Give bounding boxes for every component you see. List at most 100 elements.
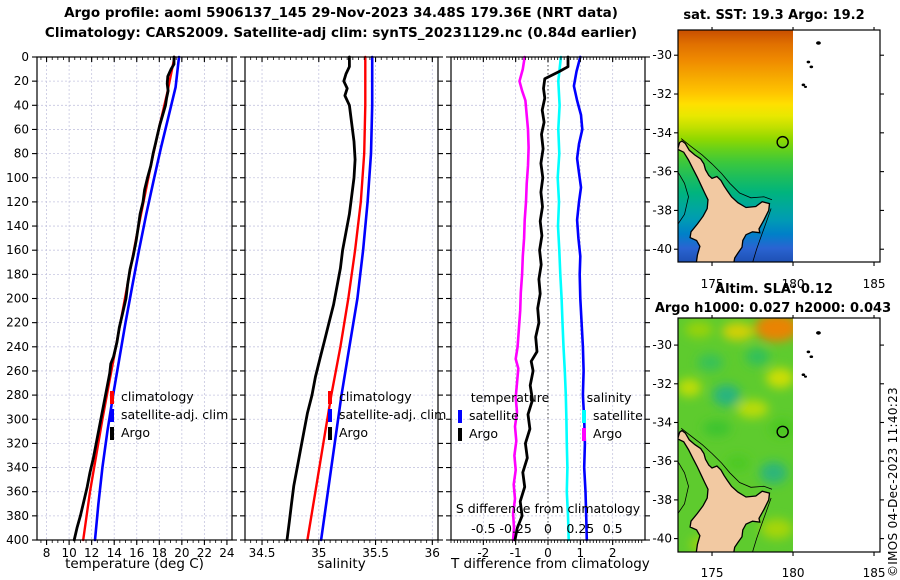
legend-item: climatology bbox=[328, 388, 446, 406]
sla-map-title-line1: Altim. SLA: 0.12 bbox=[715, 282, 833, 297]
svg-text:0.5: 0.5 bbox=[603, 521, 623, 536]
svg-text:200: 200 bbox=[6, 292, 29, 306]
svg-text:-0.25: -0.25 bbox=[499, 521, 531, 536]
svg-text:180: 180 bbox=[6, 267, 29, 281]
salinity-axis-label: salinity bbox=[317, 556, 366, 572]
legend-label: satellite bbox=[593, 408, 643, 423]
svg-text:0: 0 bbox=[544, 521, 552, 536]
legend-item: satellite-adj. clim bbox=[328, 406, 446, 424]
island-dot bbox=[803, 375, 807, 378]
island-dot bbox=[801, 373, 806, 377]
figure-title-line1: Argo profile: aoml 5906137_145 29-Nov-20… bbox=[64, 5, 618, 21]
svg-text:80: 80 bbox=[14, 147, 29, 161]
island-dot bbox=[816, 331, 821, 335]
figure-canvas: 8 10 12 14 16 18 20 22 24 0 20 40 60 80 100 120 140 160 18… bbox=[0, 0, 900, 580]
svg-text:-32: -32 bbox=[652, 377, 672, 391]
island-dot bbox=[816, 41, 821, 45]
island-dot bbox=[809, 355, 814, 359]
svg-text:-34: -34 bbox=[652, 415, 672, 429]
argo-swatch bbox=[458, 427, 462, 441]
climatology-swatch bbox=[328, 390, 332, 404]
legend-item: Argo bbox=[582, 425, 643, 443]
legend-label: satellite-adj. clim bbox=[339, 407, 447, 422]
legend-label: Argo bbox=[469, 426, 499, 441]
legend-header-temperature: temperature bbox=[470, 390, 550, 405]
svg-text:-32: -32 bbox=[652, 87, 672, 101]
argo-swatch bbox=[328, 426, 332, 440]
panel-t_difference: -2 -1 0 1 2-0.5 -0.25 0 0.25 0.5 bbox=[446, 55, 650, 560]
svg-text:320: 320 bbox=[6, 436, 29, 450]
svg-text:-0.5: -0.5 bbox=[471, 521, 495, 536]
svg-text:140: 140 bbox=[6, 219, 29, 233]
svg-text:180: 180 bbox=[782, 566, 805, 580]
svg-text:400: 400 bbox=[6, 533, 29, 547]
svg-text:-30: -30 bbox=[652, 48, 672, 62]
legend-label: satellite-adj. clim bbox=[121, 407, 229, 422]
sdiff-axis-label: S difference from climatology bbox=[455, 501, 641, 516]
svg-text:185: 185 bbox=[863, 566, 886, 580]
legend-temperature-panel: climatology satellite-adj. clim Argo bbox=[110, 388, 228, 442]
svg-text:340: 340 bbox=[6, 461, 29, 475]
island-dot bbox=[803, 85, 807, 88]
sst-map-title: sat. SST: 19.3 Argo: 19.2 bbox=[683, 8, 865, 23]
svg-text:-36: -36 bbox=[652, 165, 672, 179]
imos-watermark: ©IMOS 04-Dec-2023 11:40:23 bbox=[886, 387, 900, 577]
island-dot bbox=[801, 83, 806, 87]
svg-text:-36: -36 bbox=[652, 454, 672, 468]
svg-text:-40: -40 bbox=[652, 532, 672, 546]
svg-text:160: 160 bbox=[6, 243, 29, 257]
svg-text:175: 175 bbox=[701, 566, 724, 580]
legend-item: Argo bbox=[110, 424, 228, 442]
argo-swatch bbox=[110, 426, 114, 440]
svg-text:-38: -38 bbox=[652, 203, 672, 217]
legend-label: satellite bbox=[469, 408, 519, 423]
legend-item: Argo bbox=[458, 425, 519, 443]
legend-label: Argo bbox=[593, 426, 623, 441]
svg-text:0: 0 bbox=[21, 50, 29, 64]
svg-text:-30: -30 bbox=[652, 338, 672, 352]
map-sst: 175 180 185-30-32-34-36-38-40 bbox=[652, 27, 885, 291]
legend-item: climatology bbox=[110, 388, 228, 406]
island-dot bbox=[809, 65, 814, 69]
svg-text:-40: -40 bbox=[652, 242, 672, 256]
legend-label: climatology bbox=[121, 389, 194, 404]
svg-text:120: 120 bbox=[6, 195, 29, 209]
svg-text:40: 40 bbox=[14, 98, 29, 112]
svg-text:-34: -34 bbox=[652, 126, 672, 140]
legend-item: satellite bbox=[458, 407, 519, 425]
svg-text:100: 100 bbox=[6, 171, 29, 185]
legend-sdiff-group: satellite Argo bbox=[582, 407, 643, 443]
svg-text:360: 360 bbox=[6, 485, 29, 499]
legend-item: Argo bbox=[328, 424, 446, 442]
island-dot bbox=[806, 60, 811, 64]
legend-salinity-panel: climatology satellite-adj. clim Argo bbox=[328, 388, 446, 442]
satellite-swatch bbox=[458, 409, 462, 423]
svg-text:0.25: 0.25 bbox=[566, 521, 594, 536]
temperature-axis-label: temperature (deg C) bbox=[65, 556, 204, 572]
panel-salinity: 34.5 35 35.5 36 bbox=[240, 55, 443, 560]
satellite-adj-clim-swatch bbox=[328, 408, 332, 422]
sla-map-title-line2: Argo h1000: 0.027 h2000: 0.043 bbox=[654, 301, 892, 316]
svg-text:300: 300 bbox=[6, 412, 29, 426]
map-sla: 175 180 185 -30 -32 -34 -36 -38 -40 bbox=[652, 315, 886, 580]
legend-label: climatology bbox=[339, 389, 412, 404]
island-dot bbox=[806, 350, 811, 354]
legend-tdiff-group: satellite Argo bbox=[458, 407, 519, 443]
svg-text:-38: -38 bbox=[652, 493, 672, 507]
svg-text:260: 260 bbox=[6, 364, 29, 378]
svg-text:220: 220 bbox=[6, 316, 29, 330]
tdiff-axis-label: T difference from climatology bbox=[451, 556, 650, 572]
legend-label: Argo bbox=[121, 425, 151, 440]
legend-item: satellite bbox=[582, 407, 643, 425]
svg-text:240: 240 bbox=[6, 340, 29, 354]
satellite-swatch bbox=[582, 409, 586, 423]
svg-text:380: 380 bbox=[6, 509, 29, 523]
climatology-swatch bbox=[110, 390, 114, 404]
panel-temperature: 8 10 12 14 16 18 20 22 2402040608010012014016018… bbox=[6, 50, 237, 560]
svg-text:60: 60 bbox=[14, 122, 29, 136]
svg-text:20: 20 bbox=[14, 74, 29, 88]
figure-title-line2: Climatology: CARS2009. Satellite-adj cli… bbox=[44, 25, 638, 41]
satellite-adj-clim-swatch bbox=[110, 408, 114, 422]
legend-label: Argo bbox=[339, 425, 369, 440]
argo-swatch bbox=[582, 427, 586, 441]
